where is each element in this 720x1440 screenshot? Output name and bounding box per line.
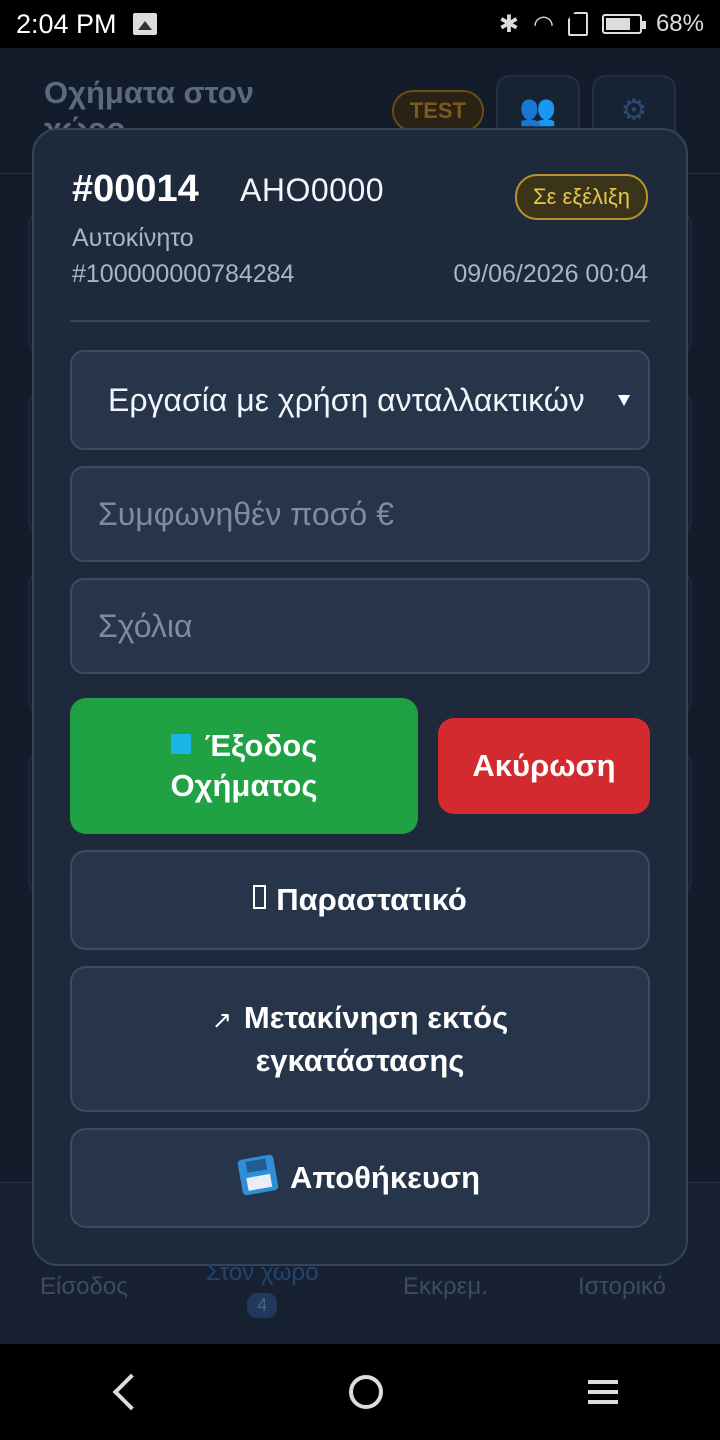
nav-history[interactable]: Ιστορικό bbox=[578, 1273, 666, 1301]
amount-input[interactable] bbox=[98, 495, 622, 533]
sdcard-icon bbox=[567, 12, 588, 36]
move-offsite-button[interactable]: ↗ Μετακίνηση εκτός εγκατάστασης bbox=[70, 966, 650, 1112]
work-type-value: Εργασία με χρήση ανταλλακτικών bbox=[108, 381, 585, 418]
nav-entry[interactable]: Είσοδος bbox=[40, 1273, 128, 1301]
stop-square-icon bbox=[170, 733, 191, 754]
cancel-button[interactable]: Ακύρωση bbox=[438, 718, 650, 814]
back-icon[interactable] bbox=[112, 1373, 150, 1411]
status-icons: ✱ ◠ 68% bbox=[499, 10, 704, 39]
document-icon bbox=[253, 885, 267, 909]
nav-on-site[interactable]: Στον χώρο 4 bbox=[206, 1259, 319, 1318]
exit-label-line1: Έξοδος bbox=[204, 728, 318, 763]
comments-input[interactable] bbox=[98, 607, 622, 645]
status-bar: 2:04 PM ✱ ◠ 68% bbox=[0, 0, 720, 48]
save-label: Αποθήκευση bbox=[289, 1160, 481, 1195]
clock: 2:04 PM bbox=[16, 8, 117, 39]
chevron-down-icon bbox=[618, 394, 630, 406]
bluetooth-icon: ✱ bbox=[498, 10, 519, 38]
save-button[interactable]: Αποθήκευση bbox=[70, 1128, 650, 1228]
battery-icon bbox=[601, 14, 646, 34]
system-nav-bar bbox=[0, 1344, 720, 1440]
arrow-up-right-icon: ↗ bbox=[211, 1006, 232, 1034]
nav-count-badge: 4 bbox=[247, 1293, 278, 1318]
image-notification-icon bbox=[132, 13, 157, 35]
comments-field[interactable] bbox=[70, 578, 650, 674]
divider bbox=[70, 320, 650, 322]
cancel-label: Ακύρωση bbox=[472, 748, 616, 783]
vehicle-exit-button[interactable]: Έξοδος Οχήματος bbox=[70, 698, 418, 834]
move-label-line2: εγκατάστασης bbox=[255, 1042, 465, 1078]
home-icon[interactable] bbox=[348, 1375, 383, 1409]
amount-field[interactable] bbox=[70, 466, 650, 562]
exit-label-line2: Οχήματος bbox=[170, 768, 318, 803]
move-label-line1: Μετακίνηση εκτός bbox=[243, 999, 509, 1035]
battery-percent: 68% bbox=[655, 10, 704, 37]
recents-icon[interactable] bbox=[587, 1380, 618, 1404]
nav-pending[interactable]: Εκκρεμ. bbox=[403, 1273, 488, 1301]
document-label: Παραστατικό bbox=[276, 882, 467, 917]
wifi-icon: ◠ bbox=[533, 10, 554, 38]
floppy-disk-icon bbox=[237, 1154, 279, 1196]
document-button[interactable]: Παραστατικό bbox=[70, 850, 650, 950]
modal-content: Εργασία με χρήση ανταλλακτικών Έξοδος Οχ… bbox=[32, 128, 688, 1266]
work-type-select[interactable]: Εργασία με χρήση ανταλλακτικών bbox=[70, 350, 650, 450]
env-badge: TEST bbox=[391, 89, 484, 132]
